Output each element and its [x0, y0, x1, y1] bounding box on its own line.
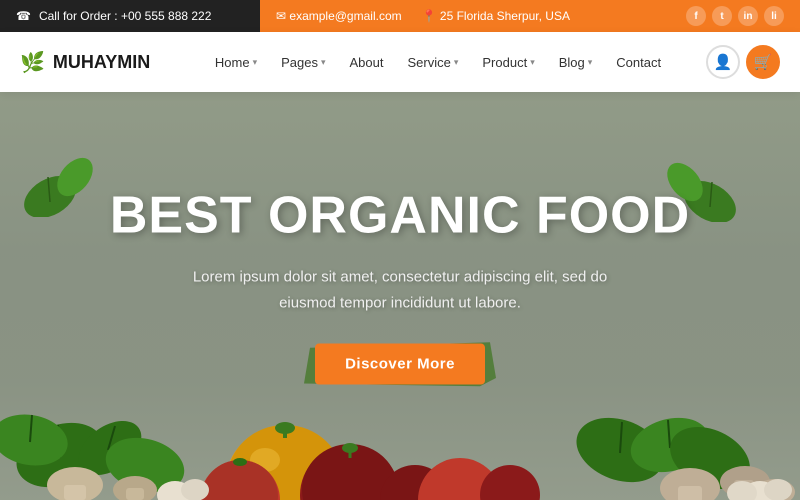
facebook-icon[interactable]: f [686, 6, 706, 26]
chevron-down-icon: ▾ [321, 57, 326, 68]
linkedin-icon[interactable]: in [738, 6, 758, 26]
location-info: 📍 25 Florida Sherpur, USA [422, 9, 570, 23]
cta-button-wrapper: Discover More [315, 344, 485, 385]
hero-subtitle-line2: eiusmod tempor incididunt ut labore. [279, 294, 521, 311]
discover-more-button[interactable]: Discover More [315, 344, 485, 385]
hero-section: BEST ORGANIC FOOD Lorem ipsum dolor sit … [0, 92, 800, 500]
social-links: f t in li [686, 6, 784, 26]
nav-pages[interactable]: Pages ▾ [271, 49, 335, 76]
nav-contact[interactable]: Contact [606, 49, 671, 76]
nav-pages-label: Pages [281, 55, 318, 70]
top-bar-info: ✉ example@gmail.com 📍 25 Florida Sherpur… [276, 9, 570, 23]
logo-icon: 🌿 [20, 50, 45, 75]
user-icon-button[interactable]: 👤 [706, 45, 740, 79]
nav-links: Home ▾ Pages ▾ About Service ▾ Product ▾… [170, 49, 706, 76]
hero-title: BEST ORGANIC FOOD [100, 188, 700, 245]
chevron-down-icon: ▾ [454, 57, 459, 68]
nav-home[interactable]: Home ▾ [205, 49, 267, 76]
nav-product[interactable]: Product ▾ [472, 49, 544, 76]
hero-subtitle: Lorem ipsum dolor sit amet, consectetur … [100, 265, 700, 316]
nav-product-label: Product [482, 55, 527, 70]
nav-blog-label: Blog [559, 55, 585, 70]
nav-home-label: Home [215, 55, 250, 70]
chevron-down-icon: ▾ [588, 57, 593, 68]
top-bar-right: ✉ example@gmail.com 📍 25 Florida Sherpur… [260, 0, 800, 32]
nav-about-label: About [350, 55, 384, 70]
nav-blog[interactable]: Blog ▾ [549, 49, 603, 76]
top-bar-left: ☎ Call for Order : +00 555 888 222 [0, 0, 260, 32]
location-text: 25 Florida Sherpur, USA [440, 9, 570, 23]
phone-icon: ☎ [16, 9, 31, 23]
chevron-down-icon: ▾ [530, 57, 535, 68]
navbar: 🌿 MUHAYMIN Home ▾ Pages ▾ About Service … [0, 32, 800, 92]
nav-service-label: Service [408, 55, 451, 70]
nav-about[interactable]: About [340, 49, 394, 76]
hero-content: BEST ORGANIC FOOD Lorem ipsum dolor sit … [100, 188, 700, 385]
cart-icon-button[interactable]: 🛒 [746, 45, 780, 79]
nav-service[interactable]: Service ▾ [398, 49, 469, 76]
hero-subtitle-line1: Lorem ipsum dolor sit amet, consectetur … [193, 269, 607, 286]
social-icon-4[interactable]: li [764, 6, 784, 26]
nav-icons: 👤 🛒 [706, 45, 780, 79]
logo[interactable]: 🌿 MUHAYMIN [20, 50, 170, 75]
email-info: ✉ example@gmail.com [276, 9, 402, 23]
logo-text: MUHAYMIN [53, 52, 150, 73]
nav-contact-label: Contact [616, 55, 661, 70]
leaf-decoration-left [20, 147, 100, 222]
chevron-down-icon: ▾ [253, 57, 258, 68]
twitter-icon[interactable]: t [712, 6, 732, 26]
email-text: example@gmail.com [289, 9, 401, 23]
phone-text: Call for Order : +00 555 888 222 [39, 9, 211, 23]
location-icon: 📍 [422, 9, 440, 23]
top-bar: ☎ Call for Order : +00 555 888 222 ✉ exa… [0, 0, 800, 32]
email-icon: ✉ [276, 9, 289, 23]
